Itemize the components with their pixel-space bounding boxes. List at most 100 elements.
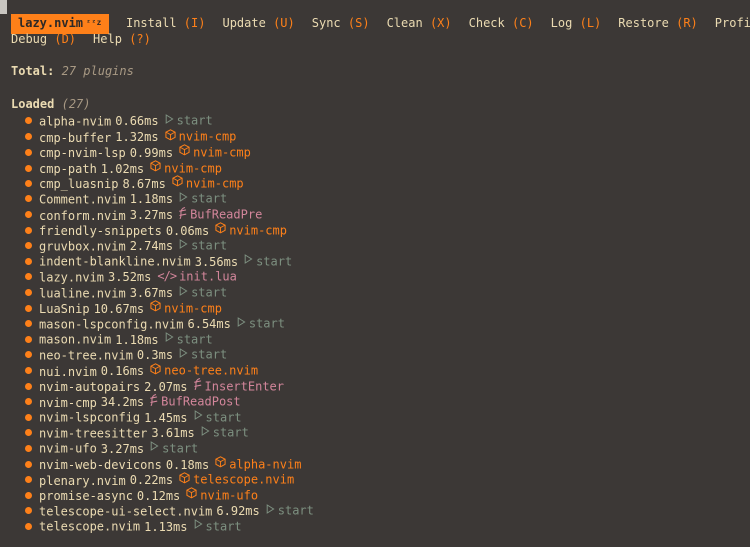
- plugin-row[interactable]: nvim-ufo 3.27ms start: [11, 441, 750, 457]
- plugin-load-time: 0.12ms: [136, 489, 181, 504]
- scrollbar-thumb[interactable]: [0, 0, 7, 14]
- plugin-load-reason: BufReadPost: [150, 393, 241, 409]
- package-cube-icon: [150, 300, 161, 317]
- plugin-name: nvim-ufo: [39, 441, 97, 456]
- plugin-load-reason: BufReadPre: [179, 206, 262, 224]
- status-dot-icon: [25, 382, 32, 390]
- package-cube-icon: [179, 144, 190, 161]
- package-cube-icon: [150, 362, 161, 380]
- menu-item-help[interactable]: Help (?): [93, 31, 151, 48]
- status-dot-icon: [25, 492, 32, 500]
- status-dot-icon: [25, 273, 32, 281]
- plugin-load-reason: </> init.lua: [157, 268, 236, 284]
- plugin-name: indent-blankline.nvim: [39, 254, 191, 269]
- plugin-row[interactable]: nvim-treesitter 3.61ms start: [11, 426, 750, 442]
- plugin-row[interactable]: cmp-path 1.02ms nvim-cmp: [11, 159, 750, 177]
- total-summary: Total: 27 plugins: [11, 64, 750, 80]
- plugin-row[interactable]: nvim-cmp 34.2ms BufReadPost: [11, 393, 750, 411]
- plugin-name: nvim-lspconfig: [39, 410, 141, 425]
- menu-item-key: (L): [579, 16, 602, 30]
- plugin-reason-label: start: [162, 441, 199, 456]
- plugin-reason-label: start: [205, 410, 242, 425]
- plugin-reason-label: InsertEnter: [204, 379, 284, 394]
- plugin-row[interactable]: gruvbox.nvim 2.74ms start: [11, 239, 750, 255]
- menu-row-primary: lazy.nvim ᶻᶻᴢ Install (I) Update (U) Sync (S…: [11, 14, 750, 34]
- code-brackets-icon: </>: [157, 268, 177, 283]
- plugin-row[interactable]: neo-tree.nvim 0.3ms start: [11, 348, 750, 364]
- plugin-row[interactable]: conform.nvim 3.27ms BufReadPre: [11, 206, 750, 224]
- plugin-name: telescope.nvim: [39, 519, 141, 534]
- plugin-load-time: 3.27ms: [100, 441, 145, 456]
- total-label: Total:: [11, 64, 55, 78]
- plugin-load-reason: start: [201, 426, 249, 440]
- plugin-row[interactable]: telescope.nvim 1.13ms start: [11, 519, 750, 535]
- package-cube-icon: [215, 456, 226, 473]
- plugin-load-time: 0.06ms: [165, 223, 210, 238]
- plugin-name: gruvbox.nvim: [39, 239, 126, 254]
- menu-item-install[interactable]: Install (I): [126, 15, 206, 32]
- menu-item-profile[interactable]: Profile (P): [715, 15, 750, 32]
- plugin-load-time: 1.13ms: [144, 519, 188, 534]
- menu-item-debug[interactable]: Debug (D): [11, 31, 76, 48]
- menu-item-key: (I): [183, 16, 206, 30]
- play-triangle-icon: [237, 316, 246, 332]
- status-dot-icon: [25, 413, 32, 421]
- plugin-row[interactable]: nvim-lspconfig 1.45ms start: [11, 410, 750, 426]
- plugin-row[interactable]: Comment.nvim 1.18ms start: [11, 192, 750, 208]
- menu-item-clean[interactable]: Clean (X): [387, 15, 452, 32]
- plugin-row[interactable]: promise-async 0.12ms nvim-ufo: [11, 487, 750, 504]
- menu-item-label: Debug: [11, 32, 48, 46]
- plugin-load-reason: nvim-cmp: [215, 222, 287, 238]
- menu-item-check[interactable]: Check (C): [469, 15, 534, 32]
- plugin-reason-label: start: [191, 285, 228, 300]
- plugin-row[interactable]: cmp-buffer 1.32ms nvim-cmp: [11, 128, 750, 146]
- plugin-row[interactable]: nvim-web-devicons 0.18ms alpha-nvim: [11, 456, 750, 473]
- plugin-name: cmp_luasnip: [39, 177, 119, 192]
- plugin-row[interactable]: mason-lspconfig.nvim 6.54ms start: [11, 317, 750, 333]
- menu-item-label: Sync: [311, 16, 341, 30]
- plugin-row[interactable]: telescope-ui-select.nvim 6.92ms start: [11, 504, 750, 520]
- status-dot-icon: [25, 164, 32, 172]
- status-dot-icon: [25, 226, 32, 234]
- plugin-load-time: 0.22ms: [129, 473, 174, 488]
- plugin-name: cmp-nvim-lsp: [39, 145, 126, 160]
- plugin-load-time: 10.67ms: [93, 301, 145, 316]
- lightning-event-icon: [179, 206, 187, 224]
- menu-item-log[interactable]: Log (L): [551, 15, 602, 32]
- plugin-row[interactable]: lazy.nvim 3.52ms </> init.lua: [11, 268, 750, 286]
- menu-item-update[interactable]: Update (U): [222, 15, 294, 32]
- plugin-load-time: 0.66ms: [115, 114, 159, 129]
- play-triangle-icon: [244, 253, 253, 269]
- plugin-row[interactable]: indent-blankline.nvim 3.56ms start: [11, 254, 750, 270]
- plugin-row[interactable]: lualine.nvim 3.67ms start: [11, 286, 750, 302]
- plugin-row[interactable]: alpha-nvim 0.66ms start: [11, 114, 750, 130]
- menu-item-restore[interactable]: Restore (R): [618, 15, 698, 32]
- plugin-load-time: 6.92ms: [216, 504, 260, 519]
- plugin-row[interactable]: nvim-autopairs 2.07ms InsertEnter: [11, 378, 750, 395]
- plugin-load-reason: nvim-ufo: [186, 487, 258, 503]
- plugin-load-reason: start: [179, 192, 227, 206]
- plugin-row[interactable]: plenary.nvim 0.22ms telescope.nvim: [11, 471, 750, 489]
- plugin-row[interactable]: friendly-snippets 0.06ms nvim-cmp: [11, 222, 750, 239]
- plugin-row[interactable]: LuaSnip 10.67ms nvim-cmp: [11, 300, 750, 317]
- plugin-name: nvim-cmp: [39, 395, 97, 410]
- status-dot-icon: [25, 180, 32, 188]
- status-dot-icon: [25, 398, 32, 406]
- plugin-name: conform.nvim: [39, 208, 126, 223]
- plugin-row[interactable]: cmp-nvim-lsp 0.99ms nvim-cmp: [11, 144, 750, 161]
- status-dot-icon: [25, 133, 32, 141]
- menu-item-label: Clean: [386, 16, 423, 30]
- menu-item-label: Update: [222, 16, 266, 30]
- plugin-row[interactable]: nui.nvim 0.16ms neo-tree.nvim: [11, 362, 750, 380]
- plugin-load-reason: nvim-cmp: [172, 175, 244, 191]
- scrollbar[interactable]: [0, 0, 7, 547]
- plugin-row[interactable]: mason.nvim 1.18ms start: [11, 332, 750, 348]
- plugin-row[interactable]: cmp_luasnip 8.67ms nvim-cmp: [11, 175, 750, 192]
- package-cube-icon: [165, 128, 176, 146]
- menu-item-key: (C): [511, 16, 534, 30]
- menu-item-sync[interactable]: Sync (S): [312, 15, 370, 32]
- plugin-reason-label: start: [277, 503, 314, 518]
- plugin-name: cmp-buffer: [39, 130, 112, 145]
- plugin-load-time: 0.18ms: [165, 457, 210, 472]
- menu-bar: lazy.nvim ᶻᶻᴢ Install (I) Update (U) Sync (S…: [11, 0, 750, 48]
